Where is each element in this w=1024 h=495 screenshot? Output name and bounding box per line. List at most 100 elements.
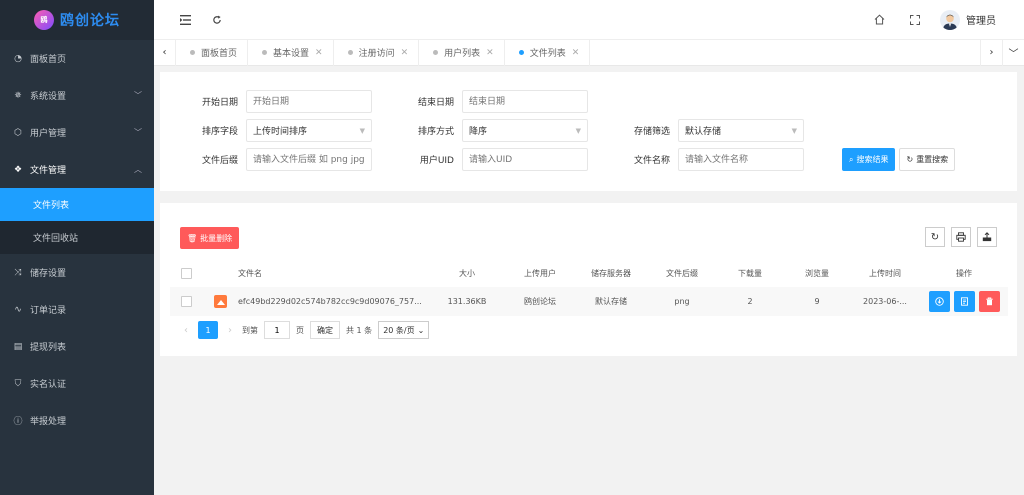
sidebar-item-dashboard[interactable]: ◔ 面板首页 — [0, 40, 154, 77]
image-file-icon[interactable] — [213, 295, 227, 308]
tab-file-list[interactable]: 文件列表 ✕ — [505, 39, 591, 66]
home-button[interactable] — [868, 9, 890, 31]
row-checkbox[interactable] — [180, 296, 192, 307]
uid-label: 用户UID — [419, 156, 454, 166]
cell-user: 鸥创论坛 — [524, 297, 556, 306]
table-row: efc49bd229d02c574b782cc9c9d09076_757... … — [170, 287, 1008, 316]
cell-filename: efc49bd229d02c574b782cc9c9d09076_757... — [238, 297, 422, 306]
app-title: 鸥创论坛 — [60, 13, 120, 29]
pagination: ‹ 1 › 到第 页 确定 共 1 条 20 条/页 ⌄ — [180, 321, 430, 339]
goto-page-input[interactable] — [264, 321, 290, 339]
search-icon: ⌕ — [849, 154, 854, 164]
sidebar-item-system-settings[interactable]: ✵ 系统设置 ﹀ — [0, 77, 154, 114]
reset-button[interactable]: ↻ 重置搜索 — [899, 148, 956, 171]
logo[interactable]: 鸥 鸥创论坛 — [0, 0, 154, 40]
tabs-dropdown-button[interactable]: ﹀ — [1002, 39, 1024, 66]
table-export-button[interactable] — [977, 227, 997, 247]
sidebar-item-user-management[interactable]: ⬡ 用户管理 ﹀ — [0, 114, 154, 151]
tabs-scroll-right-button[interactable]: › — [980, 39, 1002, 66]
sort-order-row: 排序方式 降序 ▼ — [392, 119, 588, 142]
delete-button[interactable] — [978, 291, 1000, 312]
menu-fold-icon — [179, 14, 191, 25]
tab-dot-icon — [518, 50, 524, 55]
tab-basic-settings[interactable]: 基本设置 ✕ — [248, 39, 334, 66]
storage-filter-select[interactable]: 默认存储 ▼ — [678, 119, 804, 142]
page-size-select[interactable]: 20 条/页 ⌄ — [378, 321, 430, 339]
page-current[interactable]: 1 — [198, 321, 218, 339]
search-button-label: 搜索结果 — [856, 155, 889, 164]
sidebar-item-file-management[interactable]: ❖ 文件管理 ︿ — [0, 151, 154, 188]
clipboard-icon: ▤ — [13, 341, 23, 352]
sidebar-item-label: 提现列表 — [30, 343, 67, 353]
batch-delete-button[interactable]: 🗑 批量删除 — [180, 227, 240, 249]
tabs-scroll-left-button[interactable]: ‹ — [154, 39, 176, 66]
table-toolbar: ↻ — [925, 227, 997, 247]
fullscreen-icon — [910, 14, 920, 25]
end-date-input[interactable] — [462, 90, 588, 113]
close-icon[interactable]: ✕ — [486, 48, 494, 58]
cell-downloads: 2 — [747, 297, 753, 306]
document-icon — [960, 297, 968, 306]
tab-dot-icon — [347, 50, 353, 55]
chevron-up-icon: ︿ — [134, 165, 142, 174]
row-thumb-cell — [202, 295, 238, 308]
sidebar-item-orders[interactable]: ∿ 订单记录 — [0, 291, 154, 328]
table-print-button[interactable] — [951, 227, 971, 247]
chevron-down-icon: ﹀ — [134, 128, 142, 137]
fullscreen-button[interactable] — [904, 9, 926, 31]
tab-dashboard[interactable]: 面板首页 — [176, 39, 249, 66]
ext-input[interactable] — [246, 148, 372, 171]
refresh-button[interactable] — [206, 9, 228, 31]
gear-icon: ✵ — [14, 90, 22, 101]
refresh-icon — [213, 15, 221, 24]
chevron-down-icon: ⌄ — [417, 325, 425, 335]
tab-label: 文件列表 — [529, 49, 566, 59]
filename-input[interactable] — [678, 148, 804, 171]
sort-order-label: 排序方式 — [417, 127, 454, 137]
sidebar-item-withdrawals[interactable]: ▤ 提现列表 — [0, 328, 154, 365]
sidebar: 鸥 鸥创论坛 ◔ 面板首页 ✵ 系统设置 ﹀ ⬡ 用户管理 ﹀ ❖ 文件管理 ︿… — [0, 0, 154, 495]
sort-order-select[interactable]: 降序 ▼ — [462, 119, 588, 142]
user-avatar-icon — [943, 14, 957, 30]
sidebar-subitem-file-recycle[interactable]: 文件回收站 — [0, 221, 154, 254]
user-menu[interactable]: 管理员 — [940, 9, 996, 30]
sort-field-row: 排序字段 上传时间排序 ▼ — [176, 119, 372, 142]
storage-filter-value: 默认存储 — [685, 127, 722, 137]
start-date-label: 开始日期 — [201, 98, 238, 108]
uid-row: 用户UID — [392, 148, 588, 171]
refresh-icon: ↻ — [930, 231, 940, 243]
close-icon[interactable]: ✕ — [401, 48, 409, 58]
top-header: 管理员 — [154, 0, 1024, 40]
sidebar-item-storage-settings[interactable]: ⤨ 储存设置 — [0, 254, 154, 291]
menu-toggle-button[interactable] — [174, 9, 196, 31]
download-button[interactable] — [928, 291, 950, 312]
chevron-down-icon: ﹀ — [134, 91, 142, 100]
goto-confirm-button[interactable]: 确定 — [310, 321, 340, 339]
sidebar-item-label: 用户管理 — [30, 129, 67, 139]
sidebar-item-reports[interactable]: ⓘ 举报处理 — [0, 402, 154, 439]
sidebar-item-label: 系统设置 — [30, 92, 67, 102]
caret-down-icon: ▼ — [791, 126, 797, 135]
ext-row: 文件后缀 — [176, 148, 372, 171]
sidebar-item-verification[interactable]: ⛉ 实名认证 — [0, 365, 154, 402]
table-refresh-button[interactable]: ↻ — [925, 227, 945, 247]
page-unit: 页 — [296, 325, 304, 335]
next-page-button[interactable]: › — [224, 325, 236, 336]
details-button[interactable] — [953, 291, 975, 312]
tab-register-access[interactable]: 注册访问 ✕ — [334, 39, 420, 66]
close-icon[interactable]: ✕ — [315, 48, 323, 58]
search-button[interactable]: ⌕ 搜索结果 — [842, 148, 896, 171]
tab-user-list[interactable]: 用户列表 ✕ — [419, 39, 505, 66]
close-icon[interactable]: ✕ — [572, 48, 580, 58]
start-date-input[interactable] — [246, 90, 372, 113]
uid-input[interactable] — [462, 148, 588, 171]
sidebar-subitem-file-list[interactable]: 文件列表 — [0, 188, 154, 221]
page-size-value: 20 条/页 — [383, 325, 415, 335]
filename-row: 文件名称 — [608, 148, 804, 171]
chevron-right-icon: › — [989, 47, 994, 58]
sort-field-select[interactable]: 上传时间排序 ▼ — [246, 119, 372, 142]
select-all-checkbox[interactable] — [180, 267, 192, 279]
search-panel: 开始日期 结束日期 排序字段 上传时间排序 ▼ 排序方式 降序 ▼ 存储筛选 默… — [160, 72, 1017, 191]
prev-page-button[interactable]: ‹ — [180, 325, 192, 336]
pulse-icon: ∿ — [14, 304, 22, 315]
